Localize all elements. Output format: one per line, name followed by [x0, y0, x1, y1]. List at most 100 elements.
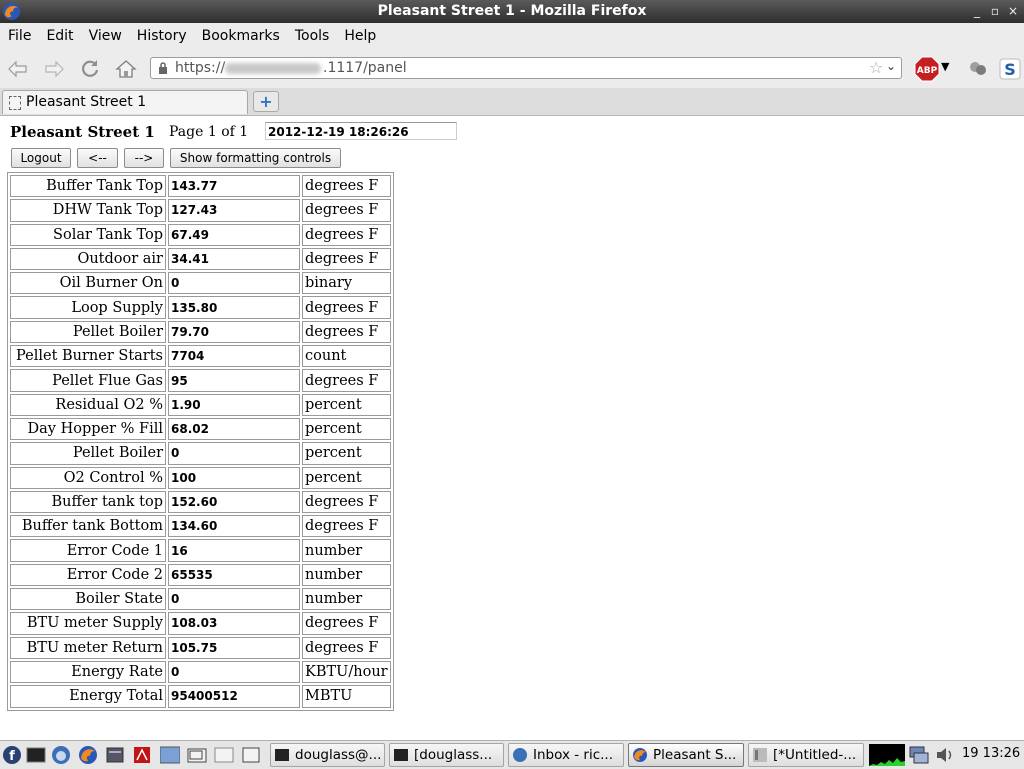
- menu-bookmarks[interactable]: Bookmarks: [194, 28, 287, 44]
- workspace-3-icon[interactable]: [214, 745, 234, 765]
- task-inbox-mail[interactable]: Inbox - ric...: [508, 743, 624, 767]
- table-row: BTU meter Supply 108.03 degrees F: [10, 612, 391, 635]
- new-tab-button[interactable]: +: [253, 91, 279, 112]
- table-row: Boiler State 0 number: [10, 588, 391, 611]
- url-history-dropdown-icon[interactable]: ⌄: [886, 59, 896, 73]
- fedora-menu-icon[interactable]: f: [2, 745, 22, 765]
- url-suffix: .1117/panel: [323, 60, 407, 76]
- table-row: Day Hopper % Fill 68.02 percent: [10, 417, 391, 441]
- workspace-2-icon[interactable]: [187, 745, 207, 765]
- menu-edit[interactable]: Edit: [38, 28, 80, 44]
- task-label: douglass@...: [295, 747, 382, 763]
- row-value: 1.90: [168, 393, 300, 416]
- next-page-button[interactable]: -->: [124, 148, 164, 168]
- row-value: 34.41: [168, 247, 300, 271]
- row-unit: number: [302, 588, 391, 611]
- row-label: Pellet Boiler: [10, 442, 166, 465]
- show-formatting-controls-button[interactable]: Show formatting controls: [170, 148, 341, 168]
- thunderbird-icon[interactable]: [51, 745, 71, 765]
- row-unit: number: [302, 563, 391, 587]
- row-unit: number: [302, 539, 391, 562]
- menu-history[interactable]: History: [129, 28, 194, 44]
- table-row: Pellet Boiler 0 percent: [10, 442, 391, 465]
- home-icon[interactable]: [114, 57, 138, 81]
- tab-pleasant-street[interactable]: Pleasant Street 1: [2, 90, 248, 114]
- row-unit: MBTU: [302, 685, 391, 708]
- row-unit: degrees F: [302, 515, 391, 538]
- task-douglass-terminal-2[interactable]: [douglass...: [389, 743, 504, 767]
- svg-text:f: f: [9, 749, 15, 764]
- menu-view[interactable]: View: [81, 28, 129, 44]
- task-firefox-active[interactable]: Pleasant S...: [628, 743, 744, 767]
- row-label: Energy Total: [10, 685, 166, 708]
- page-indicator: Page 1 of 1: [169, 124, 249, 140]
- row-value: 0: [168, 588, 300, 611]
- table-row: Pellet Flue Gas 95 degrees F: [10, 369, 391, 392]
- window-title: Pleasant Street 1 - Mozilla Firefox: [377, 3, 647, 19]
- timestamp-field[interactable]: 2012-12-19 18:26:26: [265, 122, 457, 140]
- menu-file[interactable]: File: [0, 28, 38, 44]
- row-unit: degrees F: [302, 636, 391, 659]
- row-label: BTU meter Supply: [10, 612, 166, 635]
- forward-arrow-icon[interactable]: [42, 57, 66, 81]
- table-row: Pellet Boiler 79.70 degrees F: [10, 320, 391, 344]
- extension-icon[interactable]: [966, 57, 990, 81]
- row-label: Error Code 1: [10, 539, 166, 562]
- back-arrow-icon[interactable]: [6, 57, 30, 81]
- row-unit: binary: [302, 272, 391, 295]
- table-row: DHW Tank Top 127.43 degrees F: [10, 199, 391, 222]
- task-label: [douglass...: [414, 747, 493, 763]
- task-douglass-terminal-1[interactable]: douglass@...: [270, 743, 385, 767]
- reload-icon[interactable]: [78, 57, 102, 81]
- maximize-button[interactable]: ▫: [986, 0, 1004, 23]
- page-content: Pleasant Street 1 Page 1 of 1 2012-12-19…: [0, 116, 1024, 740]
- task-untitled-editor[interactable]: [*Untitled-...: [748, 743, 864, 767]
- url-bar[interactable]: https:// .1117/panel ☆ ⌄: [150, 57, 902, 79]
- table-row: Buffer tank top 152.60 degrees F: [10, 490, 391, 514]
- table-row: Loop Supply 135.80 degrees F: [10, 296, 391, 319]
- clock: 19 13:26: [962, 746, 1021, 761]
- blank-page-icon: [9, 96, 21, 110]
- row-unit: KBTU/hour: [302, 660, 391, 684]
- pdf-reader-icon[interactable]: [132, 745, 152, 765]
- row-value: 143.77: [168, 175, 300, 198]
- table-row: Pellet Burner Starts 7704 count: [10, 345, 391, 368]
- row-label: DHW Tank Top: [10, 199, 166, 222]
- network-icon[interactable]: [908, 745, 930, 765]
- volume-icon[interactable]: [934, 745, 956, 765]
- table-row: Error Code 1 16 number: [10, 539, 391, 562]
- table-row: Buffer Tank Top 143.77 degrees F: [10, 175, 391, 198]
- menu-help[interactable]: Help: [336, 28, 383, 44]
- prev-page-button[interactable]: <--: [77, 148, 118, 168]
- adblock-dropdown-icon[interactable]: ▼: [941, 60, 949, 73]
- row-label: Boiler State: [10, 588, 166, 611]
- sync-s-icon[interactable]: S: [998, 57, 1022, 81]
- logout-button[interactable]: Logout: [11, 148, 71, 168]
- row-value: 67.49: [168, 223, 300, 246]
- terminal-icon[interactable]: [26, 745, 46, 765]
- menu-tools[interactable]: Tools: [287, 28, 337, 44]
- table-row: Error Code 2 65535 number: [10, 563, 391, 587]
- page-title: Pleasant Street 1: [10, 123, 155, 141]
- table-row: Solar Tank Top 67.49 degrees F: [10, 223, 391, 246]
- file-manager-icon[interactable]: [105, 745, 125, 765]
- row-label: Outdoor air: [10, 247, 166, 271]
- row-unit: degrees F: [302, 490, 391, 514]
- lock-icon: [159, 62, 167, 74]
- row-label: Energy Rate: [10, 660, 166, 684]
- minimize-button[interactable]: _: [968, 0, 986, 23]
- close-button[interactable]: ×: [1004, 0, 1022, 23]
- sensor-data-table: Buffer Tank Top 143.77 degrees F DHW Tank T…: [7, 172, 394, 711]
- workspace-1-icon[interactable]: [160, 745, 180, 765]
- row-unit: degrees F: [302, 296, 391, 319]
- table-row: Energy Rate 0 KBTU/hour: [10, 660, 391, 684]
- row-value: 0: [168, 660, 300, 684]
- row-unit: percent: [302, 466, 391, 489]
- row-value: 16: [168, 539, 300, 562]
- bookmark-star-icon[interactable]: ☆: [869, 58, 883, 77]
- adblock-plus-icon[interactable]: ABP: [914, 56, 940, 82]
- firefox-launcher-icon[interactable]: [78, 745, 98, 765]
- row-label: Buffer tank top: [10, 490, 166, 514]
- row-unit: percent: [302, 442, 391, 465]
- workspace-4-icon[interactable]: [241, 745, 261, 765]
